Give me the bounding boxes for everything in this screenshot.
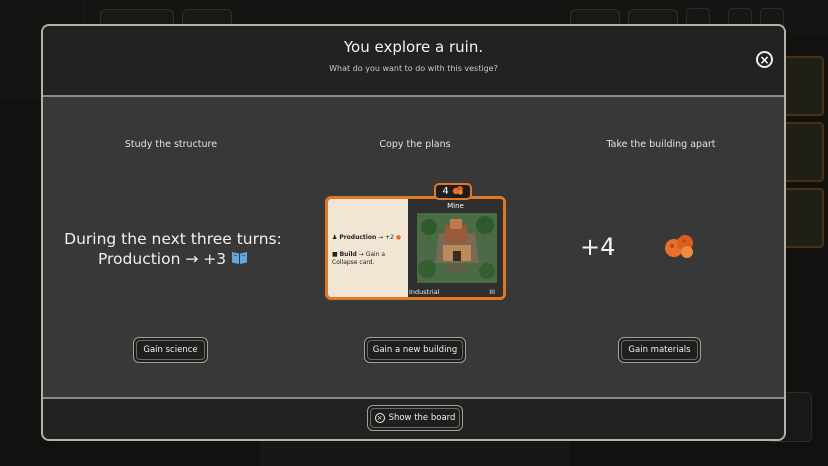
show-board-label: Show the board (388, 413, 456, 423)
gain-science-label: Gain science (136, 340, 205, 360)
materials-amount: +4 (580, 233, 615, 261)
mine-illustration (417, 213, 497, 283)
dialog-footer: × Show the board (43, 397, 784, 439)
materials-icon (452, 185, 464, 198)
card-name: Mine (447, 202, 464, 210)
card-effect-production: ♟ Production → +2 ● (332, 234, 406, 242)
dialog-subtitle: What do you want to do with this vestige… (329, 64, 498, 73)
close-circle-icon: × (374, 413, 385, 423)
gain-building-button[interactable]: Gain a new building (364, 337, 466, 363)
study-description: During the next three turns: Production … (53, 229, 293, 270)
card-cost-badge: 4 (434, 183, 472, 200)
gain-materials-button[interactable]: Gain materials (618, 337, 701, 363)
card-cost-value: 4 (442, 186, 449, 197)
option-study-title: Study the structure (124, 139, 218, 150)
card-tier: III (489, 288, 495, 296)
show-board-button[interactable]: × Show the board (367, 405, 463, 431)
production-bonus-text: Production → +3 (97, 250, 227, 268)
card-effects: ♟ Production → +2 ● ■ Build → Gain a Col… (328, 199, 408, 297)
card-type: Industrial (409, 288, 440, 296)
option-dismantle-title: Take the building apart (606, 139, 716, 150)
ruin-dialog: You explore a ruin. What do you want to … (41, 24, 786, 441)
study-description-line2: Production → +3 (53, 249, 293, 270)
study-description-line1: During the next three turns: (64, 230, 282, 248)
worker-icon: ♟ (332, 234, 338, 241)
show-board-inner: × Show the board (370, 408, 460, 428)
materials-icon: ● (395, 234, 402, 241)
card-effect2-value2: Collapse card. (332, 259, 375, 266)
card-effect1-value: → +2 (378, 234, 394, 241)
gain-materials-label: Gain materials (621, 340, 698, 360)
card-art-panel: Mine Industrial III (408, 199, 503, 297)
option-copy-title: Copy the plans (379, 139, 451, 150)
materials-amount-value: +4 (580, 233, 616, 261)
card-effect1-label: Production (339, 234, 377, 241)
science-book-icon (231, 250, 248, 270)
dialog-header: You explore a ruin. What do you want to … (43, 26, 784, 97)
card-effect-build: ■ Build → Gain a Collapse card. (332, 251, 406, 267)
dialog-title: You explore a ruin. (343, 38, 484, 56)
materials-icon (663, 233, 697, 263)
close-button[interactable]: × (756, 51, 773, 68)
gain-science-button[interactable]: Gain science (133, 337, 208, 363)
build-icon: ■ (332, 251, 338, 258)
card-effect2-label: Build (339, 251, 357, 258)
building-card: ♟ Production → +2 ● ■ Build → Gain a Col… (325, 196, 506, 300)
card-effect2-value: → Gain a (358, 251, 386, 258)
close-icon: × (759, 52, 770, 67)
gain-building-label: Gain a new building (367, 340, 463, 360)
